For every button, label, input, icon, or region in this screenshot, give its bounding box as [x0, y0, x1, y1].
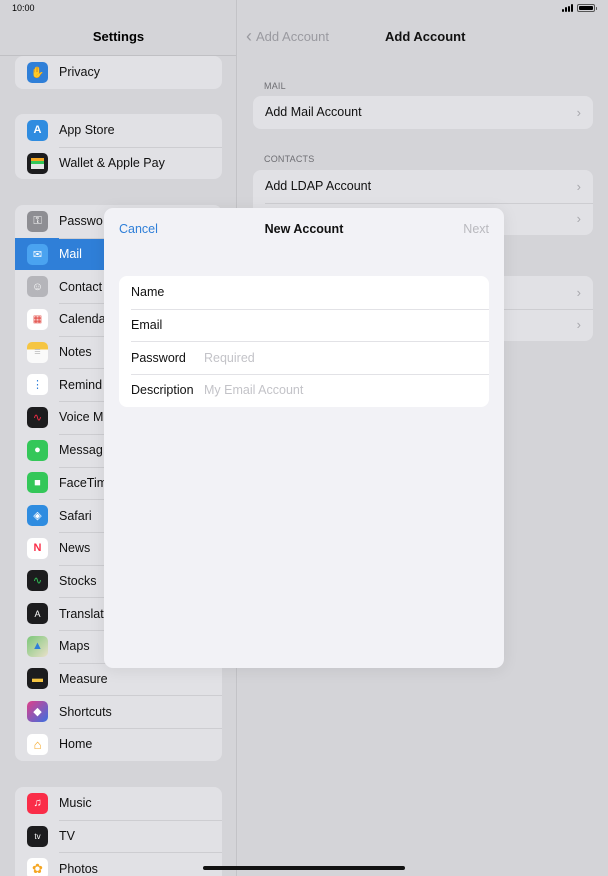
name-field[interactable]	[204, 279, 474, 306]
news-icon: N	[27, 537, 48, 559]
description-row: Description	[119, 374, 489, 407]
chevron-right-icon: ›	[576, 284, 581, 300]
contacts-icon: ☺	[27, 276, 48, 298]
sidebar-group-media: ♫ Music tv TV ✿ Photos	[15, 787, 222, 876]
section-header-contacts: CONTACTS	[264, 154, 315, 164]
sidebar-item-home[interactable]: ⌂ Home	[15, 728, 222, 761]
calendar-icon: ▦	[27, 308, 48, 330]
description-label: Description	[131, 383, 194, 398]
home-indicator[interactable]	[203, 866, 405, 870]
account-form: Name Email Password Description	[119, 276, 489, 407]
safari-icon: ◈	[27, 505, 48, 527]
measure-icon: ▬	[27, 668, 48, 690]
sidebar-item-label: Privacy	[59, 65, 100, 80]
sidebar-item-label: Voice M	[59, 410, 104, 425]
photos-icon: ✿	[27, 858, 48, 876]
sidebar-item-label: News	[59, 541, 91, 556]
app-store-icon: A	[27, 119, 48, 141]
sidebar-item-label: Messag	[59, 443, 103, 458]
sidebar-item-tv[interactable]: tv TV	[15, 819, 222, 853]
key-icon: ⚿	[27, 210, 48, 232]
description-field[interactable]	[204, 377, 474, 404]
hand-icon: ✋	[27, 61, 48, 83]
email-label: Email	[131, 318, 163, 333]
name-row: Name	[119, 276, 489, 309]
sidebar-group-store: A App Store Wallet & Apple Pay	[15, 114, 222, 180]
page-title: Add Account	[385, 29, 466, 44]
row-label: Add Mail Account	[265, 105, 362, 120]
sheet-title: New Account	[264, 222, 344, 236]
tv-icon: tv	[27, 825, 48, 847]
chevron-right-icon: ›	[576, 317, 581, 333]
mail-icon: ✉	[27, 243, 48, 265]
back-button-label: Add Account	[256, 28, 329, 44]
messages-icon: ●	[27, 439, 48, 461]
reminders-icon: ⋮	[27, 374, 48, 396]
sidebar-item-label: TV	[59, 829, 75, 844]
chevron-left-icon: ‹	[246, 26, 252, 46]
chevron-right-icon: ›	[576, 211, 581, 227]
stocks-icon: ∿	[27, 570, 48, 592]
new-account-sheet: Cancel New Account Next Name Email Passw…	[104, 208, 504, 668]
mail-group: Add Mail Account ›	[253, 96, 593, 129]
name-label: Name	[131, 285, 165, 300]
status-bar: 10:00	[0, 0, 608, 18]
battery-icon	[577, 4, 597, 12]
sidebar-item-label: Mail	[59, 247, 82, 262]
sidebar-item-shortcuts[interactable]: ◆ Shortcuts	[15, 695, 222, 728]
notes-icon: ≡	[27, 341, 48, 363]
sidebar-item-app-store[interactable]: A App Store	[15, 114, 222, 147]
sidebar-item-label: Contact	[59, 279, 103, 294]
wallet-icon	[27, 152, 48, 174]
chevron-right-icon: ›	[576, 104, 581, 120]
sidebar-item-label: Wallet & Apple Pay	[59, 156, 165, 171]
sidebar-item-label: Music	[59, 796, 92, 811]
sidebar-item-label: App Store	[59, 123, 115, 138]
sidebar-item-label: Photos	[59, 861, 98, 876]
sidebar-title: Settings	[92, 29, 145, 44]
add-mail-account-row[interactable]: Add Mail Account ›	[253, 96, 593, 129]
sidebar-item-label: Notes	[59, 345, 92, 360]
sidebar-item-label: FaceTim	[59, 475, 108, 490]
sidebar-item-label: Calenda	[59, 312, 106, 327]
chevron-right-icon: ›	[576, 178, 581, 194]
sidebar-item-wallet[interactable]: Wallet & Apple Pay	[15, 146, 222, 180]
password-row: Password	[119, 341, 489, 374]
password-label: Password	[131, 350, 186, 365]
signal-icon	[562, 4, 573, 12]
next-button[interactable]: Next	[463, 222, 489, 236]
email-row: Email	[119, 308, 489, 342]
password-field[interactable]	[204, 344, 474, 371]
sidebar-item-music[interactable]: ♫ Music	[15, 787, 222, 820]
sidebar-item-label: Safari	[59, 508, 92, 523]
sidebar-item-label: Measure	[59, 671, 108, 686]
back-button[interactable]: ‹ Add Account	[246, 26, 329, 46]
sidebar-item-label: Maps	[59, 639, 90, 654]
sidebar-item-label: Translat	[59, 606, 104, 621]
status-time: 10:00	[12, 3, 35, 13]
sidebar-item-label: Home	[59, 737, 93, 752]
sidebar-group-privacy: ✋ Privacy	[15, 56, 222, 89]
voice-memos-icon: ∿	[27, 406, 48, 428]
sidebar-item-label: Stocks	[59, 573, 97, 588]
row-label: Add LDAP Account	[265, 179, 372, 194]
add-ldap-account-row[interactable]: Add LDAP Account ›	[253, 170, 593, 203]
sidebar-item-label: Shortcuts	[59, 704, 112, 719]
cancel-button[interactable]: Cancel	[119, 222, 158, 236]
sidebar-item-privacy[interactable]: ✋ Privacy	[15, 56, 222, 89]
translate-icon: A	[27, 603, 48, 625]
section-header-mail: MAIL	[264, 81, 286, 91]
sidebar-item-label: Passwo	[59, 214, 103, 229]
email-field[interactable]	[204, 312, 474, 339]
facetime-icon: ■	[27, 472, 48, 494]
sidebar-item-photos[interactable]: ✿ Photos	[15, 852, 222, 876]
status-icons	[562, 4, 597, 12]
sidebar-item-label: Remind	[59, 377, 103, 392]
maps-icon: ▲	[27, 635, 48, 657]
music-icon: ♫	[27, 792, 48, 814]
shortcuts-icon: ◆	[27, 701, 48, 723]
home-icon: ⌂	[27, 733, 48, 755]
